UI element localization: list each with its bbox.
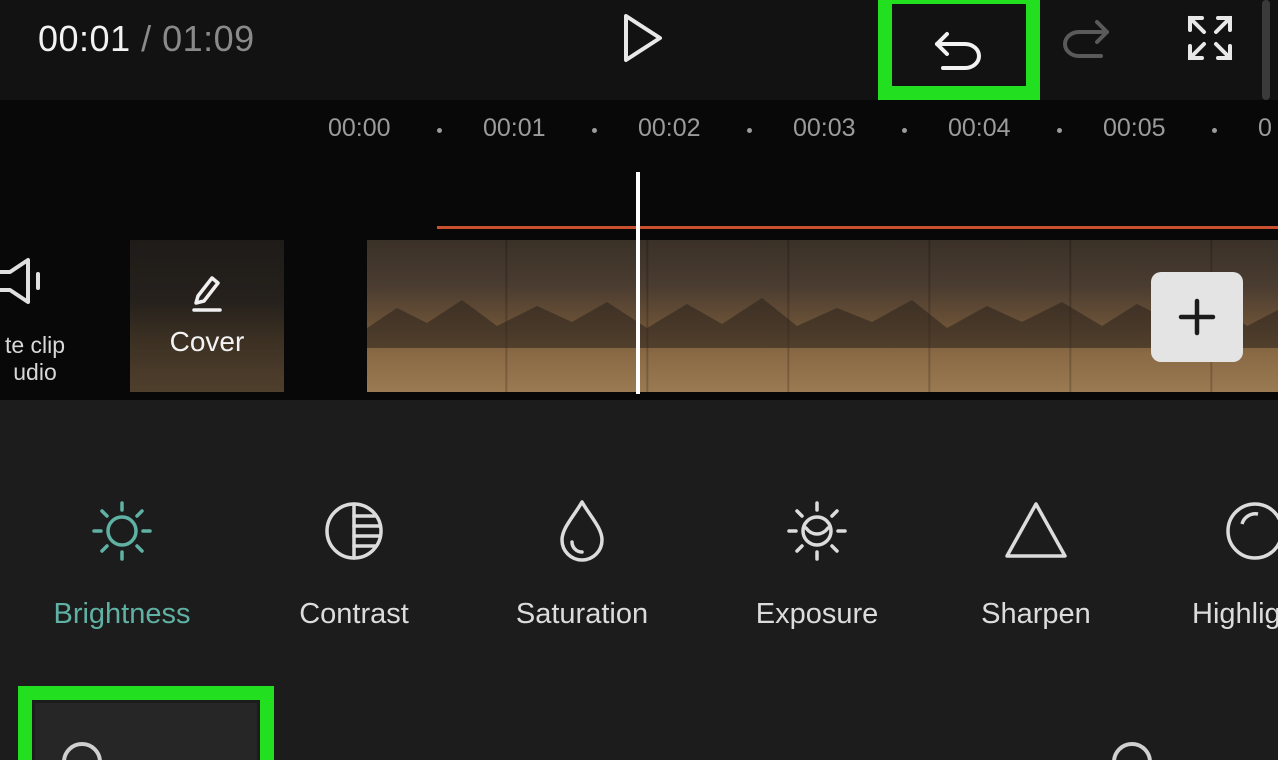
sun-icon [92, 501, 152, 561]
pencil-icon [192, 276, 222, 312]
contrast-label: Contrast [299, 598, 409, 630]
adjust-highlights[interactable]: Highlig [1178, 498, 1278, 638]
highlights-label: Highlig [1192, 598, 1278, 630]
ruler-dot [437, 128, 442, 133]
ruler-dot [1057, 128, 1062, 133]
time-readout: 00:01 / 01:09 [38, 18, 255, 60]
filmstrip-texture [367, 298, 1278, 348]
video-clip-filmstrip[interactable] [367, 240, 1278, 392]
droplet-icon [560, 500, 604, 562]
contrast-icon [325, 502, 383, 560]
ruler-tick: 00:00 [328, 114, 391, 142]
ruler-dot [902, 128, 907, 133]
fullscreen-button[interactable] [1180, 8, 1240, 68]
ruler-tick: 0 [1258, 114, 1272, 142]
ruler-tick: 00:04 [948, 114, 1011, 142]
time-separator: / [130, 18, 163, 59]
adjust-saturation[interactable]: Saturation [482, 498, 682, 638]
top-bar: 00:01 / 01:09 [0, 0, 1278, 100]
ruler-tick: 00:03 [793, 114, 856, 142]
adjust-sharpen[interactable]: Sharpen [936, 498, 1136, 638]
brightness-label: Brightness [53, 598, 191, 630]
ruler-tick: 00:05 [1103, 114, 1166, 142]
fullscreen-icon [1188, 16, 1232, 60]
playhead[interactable] [636, 172, 640, 394]
adjust-brightness[interactable]: Brightness [22, 498, 222, 638]
duration: 01:09 [162, 18, 255, 59]
mute-clip-audio-label: te clip udio [4, 332, 66, 385]
play-button[interactable] [612, 8, 672, 68]
ruler-tick: 00:01 [483, 114, 546, 142]
exposure-label: Exposure [755, 598, 879, 630]
cover-label: Cover [169, 326, 245, 357]
ruler-dot [1212, 128, 1217, 133]
exposure-icon [787, 501, 847, 561]
redo-button[interactable] [1055, 8, 1115, 68]
ruler-dot [747, 128, 752, 133]
editor-screen: 00:01 / 01:09 00:00 00:01 00:02 00:03 00… [0, 0, 1278, 760]
ruler-tick: 00:02 [638, 114, 701, 142]
triangle-icon [1005, 502, 1067, 558]
plus-icon [1178, 298, 1216, 336]
timeline-ruler[interactable]: 00:00 00:01 00:02 00:03 00:04 00:05 0 [0, 100, 1278, 160]
undo-highlight-box [878, 0, 1040, 100]
saturation-label: Saturation [515, 598, 649, 630]
trim-line [437, 226, 1278, 229]
scrollbar[interactable] [1262, 0, 1270, 100]
play-icon [624, 14, 662, 62]
speaker-icon [0, 258, 40, 304]
sharpen-label: Sharpen [981, 598, 1091, 630]
current-time: 00:01 [38, 18, 131, 59]
cover-button[interactable]: Cover [130, 240, 284, 392]
adjust-contrast[interactable]: Contrast [254, 498, 454, 638]
add-clip-button[interactable] [1151, 272, 1243, 362]
ruler-dot [592, 128, 597, 133]
adjust-exposure[interactable]: Exposure [717, 498, 917, 638]
redo-icon [1063, 20, 1109, 58]
mute-clip-audio-button[interactable]: te clip udio [0, 250, 90, 390]
highlight-icon [1226, 502, 1278, 560]
bottom-highlight-box [18, 686, 274, 760]
